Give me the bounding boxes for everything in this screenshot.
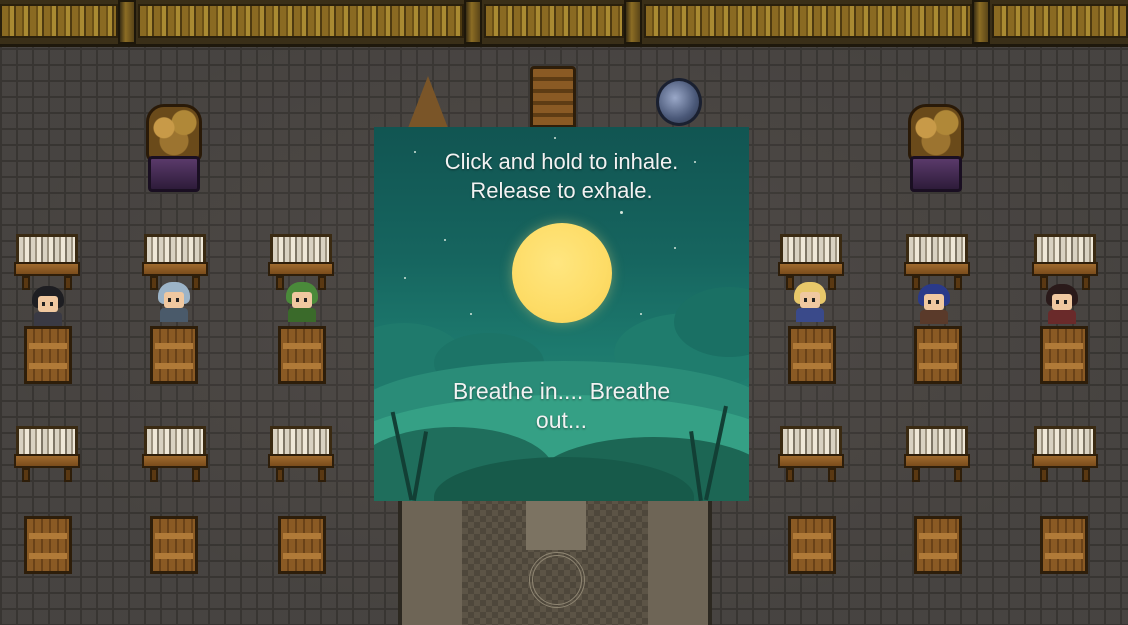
wall-pillar [624,0,642,44]
desk [904,426,970,482]
student-blue-hat[interactable] [916,284,952,324]
throne-icon [530,66,576,128]
chair [788,516,836,574]
wall-panel [0,4,118,38]
star-icon [554,137,556,139]
chair [150,326,198,384]
carpet-emblem-icon [529,552,585,608]
desk [268,426,334,482]
chair [1040,516,1088,574]
statue-icon [904,104,968,192]
breathing-instructions: Click and hold to inhale. Release to exh… [374,147,749,205]
star-icon [404,277,406,279]
wall-panel [138,4,464,38]
student-dark-hair-left[interactable] [30,286,66,326]
wall-panel [992,4,1128,38]
wall-pillar [464,0,482,44]
star-icon [620,211,623,214]
globe-icon [656,78,702,126]
student-green-cap[interactable] [284,282,320,322]
star-icon [444,239,446,241]
chair [24,326,72,384]
desk [14,234,80,290]
chair [278,516,326,574]
breathing-popup[interactable]: Click and hold to inhale. Release to exh… [374,127,749,501]
student-blonde[interactable] [792,282,828,322]
desk [14,426,80,482]
chair [24,516,72,574]
wall-pillar [118,0,136,44]
aisle-carpet [398,480,712,625]
desk [1032,426,1098,482]
breathing-status: Breathe in.... Breathe out... [452,378,671,433]
wall-panel [644,4,972,38]
wall-panel [484,4,624,38]
desk [1032,234,1098,290]
statue-icon [142,104,206,192]
wall-pillar [972,0,990,44]
star-icon [674,247,676,249]
desk [904,234,970,290]
desk [142,426,208,482]
chair [278,326,326,384]
teacher-figure [408,76,448,128]
chair [150,516,198,574]
instruction-line-1: Click and hold to inhale. [444,149,679,174]
desk [778,426,844,482]
star-icon [470,313,472,315]
student-silver-hair[interactable] [156,282,192,322]
chair [788,326,836,384]
chair [914,516,962,574]
top-wall [0,0,1128,47]
student-dark-hair-right[interactable] [1044,284,1080,324]
chair [914,326,962,384]
star-icon [640,313,642,315]
instruction-line-2: Release to exhale. [470,178,653,203]
chair [1040,326,1088,384]
moon-icon [512,223,612,323]
